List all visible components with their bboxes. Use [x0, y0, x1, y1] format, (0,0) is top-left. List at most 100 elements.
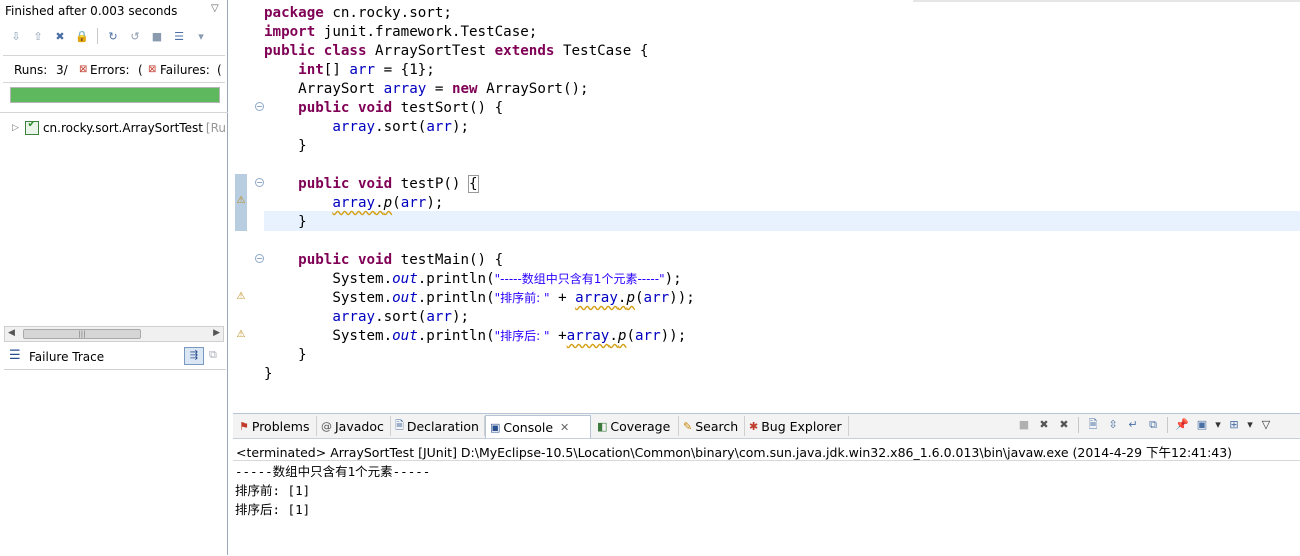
code-line: public void testP() {: [298, 175, 479, 193]
tab-declaration[interactable]: 🗎 Declaration: [391, 416, 485, 436]
fold-collapse-icon[interactable]: −: [255, 178, 264, 187]
javadoc-icon: @: [321, 419, 332, 433]
junit-toolbar: ⇩ ⇧ ✖ 🔒 ↻ ↺ ■ ☰ ▾: [7, 28, 210, 46]
stack-trace-icon: ☰: [9, 348, 21, 363]
toolbar-separator: [1078, 417, 1079, 433]
fold-collapse-icon[interactable]: −: [255, 102, 264, 111]
junit-counters: Runs: 3/ ⊠ Errors: ( ⊠ Failures: (: [3, 55, 225, 83]
previous-failure-icon[interactable]: ⇧: [29, 28, 47, 44]
console-line: 排序后: [1]: [235, 502, 311, 517]
history-dropdown-icon[interactable]: ▾: [192, 28, 210, 44]
declaration-icon: 🗎: [395, 418, 404, 432]
terminate-icon[interactable]: ■: [1016, 417, 1032, 433]
bottom-views: ⚑ Problems @ Javadoc 🗎 Declaration ▣ Con…: [233, 413, 1300, 556]
problems-icon: ⚑: [239, 419, 249, 433]
dropdown-arrow-icon[interactable]: ▾: [1214, 417, 1222, 433]
test-suite-passed-icon: [25, 121, 39, 135]
rerun-failed-first-icon[interactable]: ↺: [126, 28, 144, 44]
open-console-icon[interactable]: ⊞: [1226, 417, 1242, 433]
view-menu-icon[interactable]: ▽: [211, 3, 219, 14]
remove-all-terminated-icon[interactable]: ✖: [1056, 417, 1072, 433]
tab-label: Declaration: [406, 418, 479, 434]
tab-javadoc[interactable]: @ Javadoc: [317, 416, 391, 436]
code-line: System.out.println("排序前: " + array.p(arr…: [332, 290, 695, 306]
clear-console-icon[interactable]: 🗎: [1085, 417, 1101, 433]
code-line: public void testMain() {: [298, 252, 504, 268]
code-line: array.sort(arr);: [332, 309, 470, 325]
failure-icon: ⊠: [148, 64, 157, 75]
test-tree-item[interactable]: ▷ cn.rocky.sort.ArraySortTest [Ru: [12, 121, 226, 135]
search-icon: ✎: [683, 419, 693, 433]
code-line: }: [298, 347, 307, 363]
editor-gutter: ⚠ ⚠ ⚠: [233, 0, 251, 395]
console-toolbar: ■ ✖ ✖ 🗎 ⇳ ↵ ⧉ 📌 ▣ ▾ ⊞ ▾ ▽: [1016, 417, 1274, 433]
source-code[interactable]: package cn.rocky.sort; import junit.frame…: [264, 4, 695, 384]
bug-icon: ✱: [749, 419, 759, 433]
code-line: System.out.println("-----数组中只含有1个元素-----…: [332, 271, 682, 287]
warning-icon[interactable]: ⚠: [235, 329, 247, 341]
errors-value: (: [138, 63, 143, 77]
console-icon: ▣: [490, 420, 501, 434]
code-line: System.out.println("排序后: " +array.p(arr)…: [332, 328, 687, 344]
junit-status-text: Finished after 0.003 seconds: [5, 4, 178, 18]
test-progress-fill: [11, 88, 219, 102]
coverage-icon: ◧: [597, 419, 608, 433]
errors-label: Errors:: [90, 63, 130, 77]
warning-icon[interactable]: ⚠: [235, 195, 247, 207]
code-line: import junit.framework.TestCase;: [264, 24, 538, 40]
code-line: int[] arr = {1};: [298, 62, 435, 78]
runs-label: Runs:: [14, 63, 48, 77]
junit-view: Finished after 0.003 seconds ▽ ⇩ ⇧ ✖ 🔒 ↻…: [0, 0, 228, 555]
tab-label: Search: [695, 418, 739, 434]
failures-label: Failures:: [160, 63, 210, 77]
scroll-lock-icon[interactable]: 🔒: [73, 28, 91, 44]
view-menu-icon[interactable]: ▽: [1258, 417, 1274, 433]
word-wrap-icon[interactable]: ↵: [1125, 417, 1141, 433]
remove-launch-icon[interactable]: ✖: [1036, 417, 1052, 433]
test-progress-bar: [10, 87, 220, 103]
test-tree-item-suffix: [Ru: [205, 121, 226, 135]
tab-search[interactable]: ✎ Search: [679, 416, 745, 436]
close-icon[interactable]: ✕: [560, 421, 569, 434]
toolbar-separator: [1167, 417, 1168, 433]
next-failure-icon[interactable]: ⇩: [7, 28, 25, 44]
test-run-history-icon[interactable]: ☰: [170, 28, 188, 44]
scroll-lock-icon[interactable]: ⇳: [1105, 417, 1121, 433]
pin-console-icon[interactable]: 📌: [1174, 417, 1190, 433]
tab-bug-explorer[interactable]: ✱ Bug Explorer: [745, 416, 849, 436]
failures-value: (: [217, 63, 222, 77]
tab-problems[interactable]: ⚑ Problems: [235, 416, 317, 436]
dropdown-arrow-icon[interactable]: ▾: [1246, 417, 1254, 433]
warning-icon[interactable]: ⚠: [235, 291, 247, 303]
test-tree-horizontal-scrollbar[interactable]: ◀ ||| ▶: [4, 326, 224, 342]
scroll-right-arrow-icon[interactable]: ▶: [213, 328, 220, 338]
code-line: }: [298, 214, 307, 230]
filter-stack-trace-button[interactable]: ⇶: [184, 347, 204, 365]
test-tree-item-label: cn.rocky.sort.ArraySortTest: [42, 121, 203, 135]
runs-value: 3/: [56, 63, 68, 77]
scroll-left-arrow-icon[interactable]: ◀: [8, 328, 15, 338]
code-line: ArraySort array = new ArraySort();: [298, 81, 589, 97]
scrollbar-thumb[interactable]: |||: [23, 329, 141, 339]
code-line: array.sort(arr);: [332, 119, 470, 135]
display-selected-console-icon[interactable]: ▣: [1194, 417, 1210, 433]
console-line: 排序前: [1]: [235, 483, 311, 498]
show-failures-only-icon[interactable]: ✖: [51, 28, 69, 44]
failure-trace-header: ☰ Failure Trace ⇶ ⧉: [4, 344, 226, 370]
view-tab-bar: ⚑ Problems @ Javadoc 🗎 Declaration ▣ Con…: [233, 414, 1300, 439]
rerun-test-icon[interactable]: ↻: [104, 28, 122, 44]
show-console-on-output-icon[interactable]: ⧉: [1145, 417, 1161, 433]
fold-collapse-icon[interactable]: −: [255, 254, 264, 263]
toolbar-separator: [97, 28, 98, 44]
test-tree: ▷ cn.rocky.sort.ArraySortTest [Ru: [0, 112, 228, 318]
stop-test-icon[interactable]: ■: [148, 28, 166, 44]
java-editor[interactable]: ⚠ ⚠ ⚠ − − − package cn.rocky.sort; import…: [233, 0, 1300, 395]
console-divider: [233, 460, 1300, 461]
tab-label: Coverage: [610, 418, 671, 434]
expand-arrow-icon[interactable]: ▷: [12, 123, 25, 133]
compare-result-icon[interactable]: ⧉: [209, 348, 217, 362]
tab-coverage[interactable]: ◧ Coverage: [593, 416, 679, 436]
tab-console[interactable]: ▣ Console ✕: [485, 415, 591, 438]
console-output[interactable]: -----数组中只含有1个元素----- 排序前: [1] 排序后: [1]: [235, 462, 430, 519]
